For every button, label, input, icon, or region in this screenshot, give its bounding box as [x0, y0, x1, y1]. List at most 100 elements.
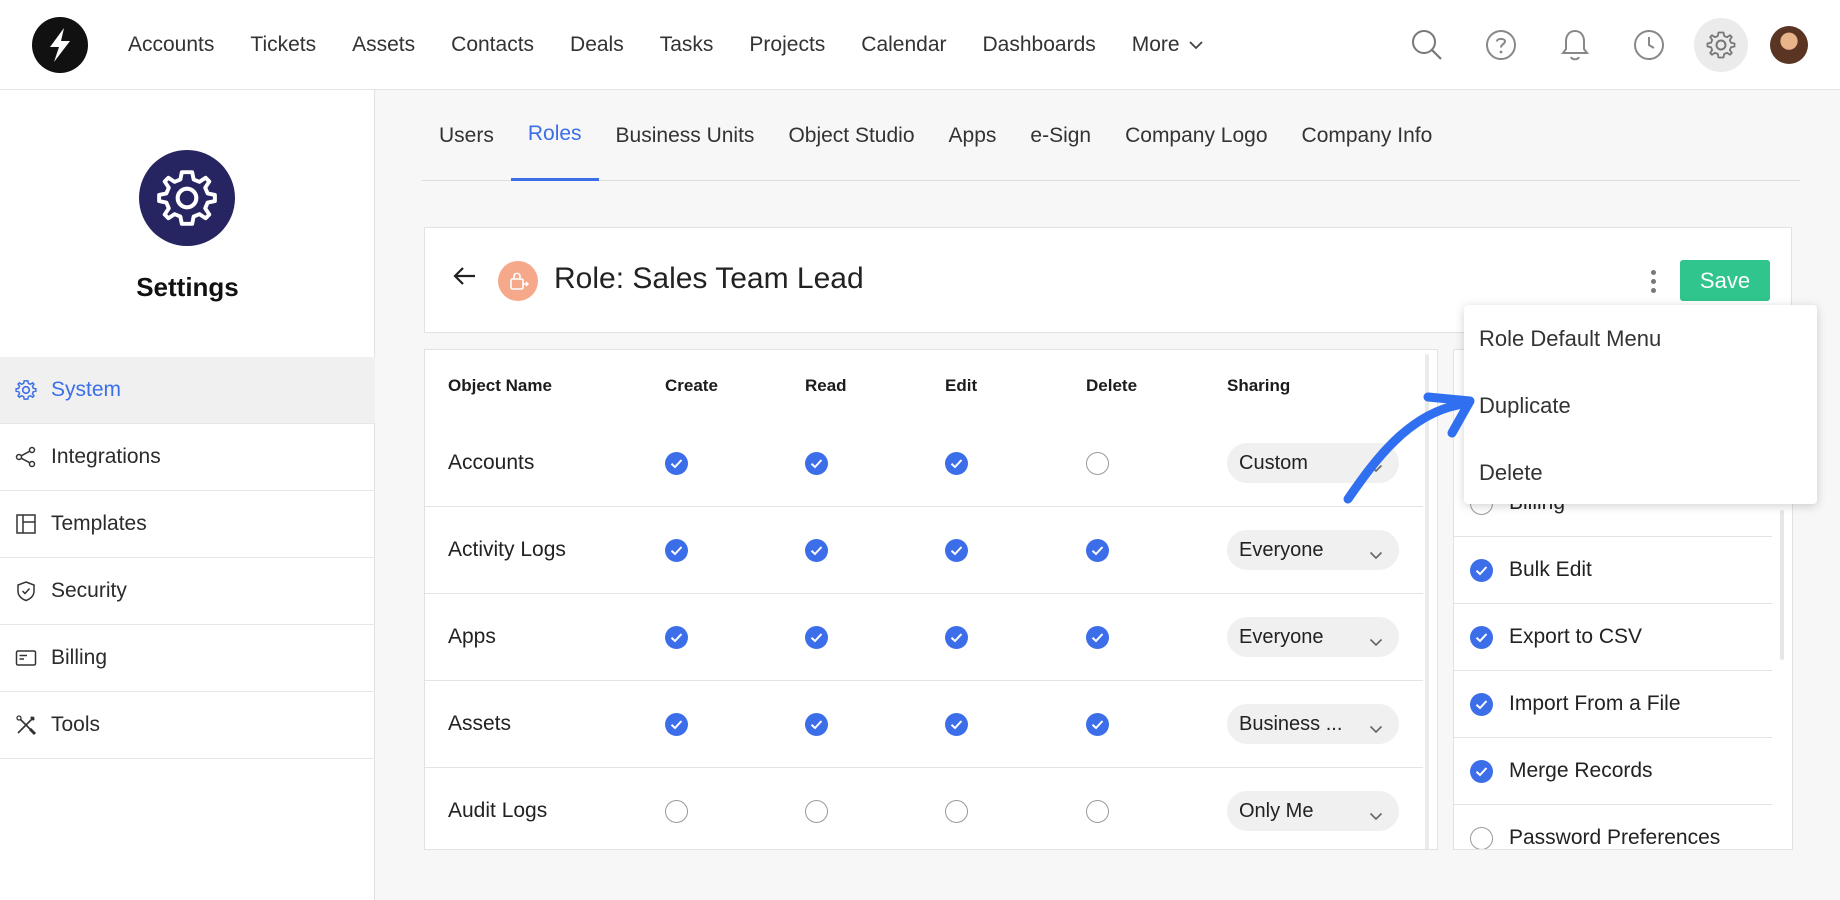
permission-checkbox[interactable]	[1470, 625, 1493, 649]
check-icon	[1091, 633, 1104, 643]
column-header-object-name: Object Name	[448, 376, 552, 395]
edit-checkbox[interactable]	[945, 713, 968, 736]
nav-calendar[interactable]: Calendar	[861, 33, 946, 57]
nav-more-menu[interactable]: More	[1132, 33, 1204, 57]
edit-checkbox[interactable]	[945, 539, 968, 562]
arrow-left-icon	[453, 267, 475, 285]
bolt-logo-icon	[50, 28, 70, 62]
delete-checkbox[interactable]	[1086, 800, 1109, 823]
read-checkbox[interactable]	[805, 800, 828, 823]
tab-object-studio[interactable]: Object Studio	[771, 90, 931, 181]
table-scrollbar[interactable]	[1425, 354, 1429, 849]
more-options-button[interactable]	[1643, 264, 1663, 298]
nav-more-label: More	[1131, 33, 1180, 56]
read-checkbox[interactable]	[805, 539, 828, 562]
role-options-dropdown: Role Default Menu Duplicate Delete	[1464, 305, 1817, 504]
notifications-button[interactable]	[1550, 20, 1600, 70]
delete-checkbox[interactable]	[1086, 452, 1109, 475]
check-icon	[670, 633, 683, 643]
object-permissions-table: Object Name Create Read Edit Delete Shar…	[424, 349, 1438, 850]
nav-dashboards[interactable]: Dashboards	[983, 33, 1096, 57]
sharing-select[interactable]: Everyone	[1227, 530, 1399, 570]
tab-business-units[interactable]: Business Units	[599, 90, 772, 181]
sidebar-item-templates[interactable]: Templates	[0, 491, 375, 558]
tab-e-sign[interactable]: e-Sign	[1013, 90, 1108, 181]
sharing-select[interactable]: Custom	[1227, 443, 1399, 483]
sidebar-item-security[interactable]: Security	[0, 558, 375, 625]
create-checkbox[interactable]	[665, 452, 688, 475]
table-row: Apps Everyone	[425, 594, 1423, 681]
create-checkbox[interactable]	[665, 800, 688, 823]
permission-checkbox[interactable]	[1470, 826, 1493, 849]
search-button[interactable]	[1402, 20, 1452, 70]
permission-checkbox[interactable]	[1470, 558, 1493, 582]
help-button[interactable]	[1476, 20, 1526, 70]
app-logo[interactable]	[32, 17, 88, 73]
permission-label: Bulk Edit	[1509, 558, 1592, 581]
column-header-read: Read	[805, 376, 847, 395]
read-checkbox[interactable]	[805, 713, 828, 736]
permission-item[interactable]: Merge Records	[1454, 738, 1772, 805]
tab-users[interactable]: Users	[422, 90, 511, 181]
nav-tasks[interactable]: Tasks	[660, 33, 714, 57]
permission-item[interactable]: Bulk Edit	[1454, 537, 1772, 604]
nav-deals[interactable]: Deals	[570, 33, 624, 57]
nav-projects[interactable]: Projects	[749, 33, 825, 57]
tab-company-info[interactable]: Company Info	[1285, 90, 1450, 181]
edit-checkbox[interactable]	[945, 626, 968, 649]
tab-apps[interactable]: Apps	[932, 90, 1014, 181]
check-icon	[810, 459, 823, 469]
page-title: Role: Sales Team Lead	[554, 262, 864, 295]
top-navigation-bar: Accounts Tickets Assets Contacts Deals T…	[0, 0, 1840, 90]
menu-item-role-default-menu[interactable]: Role Default Menu	[1464, 305, 1817, 372]
top-icon-bar	[1378, 0, 1808, 90]
nav-accounts[interactable]: Accounts	[128, 33, 214, 57]
check-icon	[670, 546, 683, 556]
check-icon	[1091, 720, 1104, 730]
create-checkbox[interactable]	[665, 713, 688, 736]
sidebar-item-label: Billing	[51, 646, 108, 669]
sharing-select[interactable]: Only Me	[1227, 791, 1399, 831]
edit-checkbox[interactable]	[945, 800, 968, 823]
settings-sidebar: Settings System Integrations Templates S…	[0, 90, 375, 900]
check-icon	[950, 459, 963, 469]
delete-checkbox[interactable]	[1086, 626, 1109, 649]
menu-item-duplicate[interactable]: Duplicate	[1464, 372, 1817, 439]
user-avatar[interactable]	[1770, 26, 1808, 64]
read-checkbox[interactable]	[805, 626, 828, 649]
permission-item[interactable]: Export to CSV	[1454, 604, 1772, 671]
permissions-scrollbar[interactable]	[1780, 510, 1784, 660]
menu-item-delete[interactable]: Delete	[1464, 439, 1817, 506]
clock-icon	[1634, 30, 1664, 60]
permission-checkbox[interactable]	[1470, 759, 1493, 783]
create-checkbox[interactable]	[665, 539, 688, 562]
save-button[interactable]: Save	[1680, 260, 1770, 301]
permission-item[interactable]: Import From a File	[1454, 671, 1772, 738]
edit-checkbox[interactable]	[945, 452, 968, 475]
sidebar-item-integrations[interactable]: Integrations	[0, 424, 375, 491]
nav-contacts[interactable]: Contacts	[451, 33, 534, 57]
recent-history-button[interactable]	[1624, 20, 1674, 70]
nav-assets[interactable]: Assets	[352, 33, 415, 57]
check-icon	[1475, 565, 1488, 575]
sharing-select[interactable]: Business ...	[1227, 704, 1399, 744]
sidebar-item-billing[interactable]: Billing	[0, 625, 375, 692]
sidebar-item-system[interactable]: System	[0, 357, 375, 424]
chevron-down-icon	[1369, 456, 1383, 479]
table-row: Activity Logs Everyone	[425, 507, 1423, 594]
check-icon	[950, 546, 963, 556]
read-checkbox[interactable]	[805, 452, 828, 475]
settings-button[interactable]	[1694, 18, 1748, 72]
permission-checkbox[interactable]	[1470, 692, 1493, 716]
sharing-select[interactable]: Everyone	[1227, 617, 1399, 657]
delete-checkbox[interactable]	[1086, 539, 1109, 562]
create-checkbox[interactable]	[665, 626, 688, 649]
back-button[interactable]	[453, 266, 477, 291]
sidebar-item-tools[interactable]: Tools	[0, 692, 375, 759]
tab-roles[interactable]: Roles	[510, 90, 599, 181]
permission-item[interactable]: Password Preferences	[1454, 805, 1772, 849]
nav-tickets[interactable]: Tickets	[250, 33, 316, 57]
chevron-down-icon	[1369, 717, 1383, 740]
tab-company-logo[interactable]: Company Logo	[1108, 90, 1284, 181]
delete-checkbox[interactable]	[1086, 713, 1109, 736]
